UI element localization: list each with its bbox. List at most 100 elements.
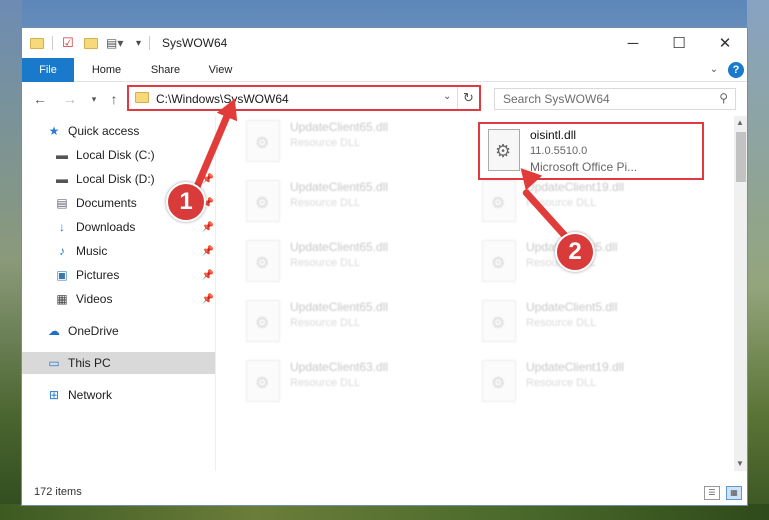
- dll-file-icon: [246, 360, 280, 402]
- ribbon: File Home Share View ⌄ ?: [22, 58, 747, 82]
- list-item[interactable]: UpdateClient65.dll Resource DLL: [246, 300, 476, 352]
- folder-icon: [30, 34, 44, 52]
- new-folder-icon[interactable]: [84, 34, 98, 52]
- dll-file-icon: [246, 180, 280, 222]
- tab-home[interactable]: Home: [84, 58, 129, 82]
- minimize-button[interactable]: ─: [610, 28, 656, 58]
- file-type: Resource DLL: [290, 257, 361, 269]
- vertical-scrollbar[interactable]: ▲ ▼: [734, 116, 747, 471]
- file-type: Resource DLL: [526, 317, 597, 329]
- explorer-window: ☑ ▤▾ ▾ SysWOW64 ─ ☐ ✕ File Home Share Vi…: [21, 27, 748, 506]
- step-badge-1: 1: [166, 182, 206, 222]
- desktop-wallpaper-left: [0, 0, 22, 520]
- dll-file-icon: [246, 300, 280, 342]
- sidebar-item-label: Pictures: [76, 268, 120, 282]
- file-type: Resource DLL: [290, 197, 361, 209]
- list-item[interactable]: UpdateClient19.dllResource DLL: [482, 180, 712, 232]
- network-icon: ⊞: [48, 388, 60, 402]
- file-type: Resource DLL: [290, 137, 361, 149]
- star-icon: ★: [48, 124, 60, 138]
- scroll-up-icon[interactable]: ▲: [736, 118, 744, 127]
- sidebar-item-label: Local Disk (C:): [76, 148, 155, 162]
- pin-icon[interactable]: 📌: [202, 270, 214, 281]
- title-divider: [149, 36, 150, 50]
- list-item[interactable]: UpdateClient5.dllResource DLL: [482, 240, 712, 292]
- pin-icon[interactable]: 📌: [202, 246, 214, 257]
- sidebar-item-network[interactable]: ⊞ Network: [46, 384, 112, 406]
- window-title: SysWOW64: [162, 36, 228, 50]
- scroll-down-icon[interactable]: ▼: [736, 459, 744, 468]
- drive-icon: ▬: [56, 148, 68, 162]
- tab-file[interactable]: File: [22, 58, 74, 82]
- highlighted-file-item[interactable]: ⚙ oisintl.dll 11.0.5510.0 Microsoft Offi…: [478, 122, 704, 180]
- title-bar: ☑ ▤▾ ▾ SysWOW64 ─ ☐ ✕: [22, 28, 747, 58]
- recent-locations-icon[interactable]: ▾: [84, 89, 104, 109]
- pin-icon[interactable]: 📌: [202, 294, 214, 305]
- videos-icon: ▦: [56, 292, 68, 306]
- list-item[interactable]: UpdateClient5.dll Resource DLL: [482, 300, 712, 352]
- file-name: UpdateClient5.dll: [526, 300, 618, 314]
- dll-file-icon: ⚙: [488, 129, 520, 171]
- tab-view[interactable]: View: [198, 58, 243, 82]
- forward-button[interactable]: →: [60, 89, 80, 109]
- sidebar-item-label: Music: [76, 244, 108, 258]
- sidebar-item-label: Downloads: [76, 220, 136, 234]
- dll-file-icon: [482, 360, 516, 402]
- refresh-icon[interactable]: ↻: [463, 90, 474, 106]
- navigation-pane: ★ Quick access ▬ Local Disk (C:) ▬ Local…: [22, 116, 215, 471]
- sidebar-item-onedrive[interactable]: ☁ OneDrive: [46, 320, 119, 342]
- search-icon[interactable]: ⚲: [719, 91, 728, 105]
- address-divider: [457, 87, 458, 109]
- details-view-icon[interactable]: ☰: [704, 486, 720, 500]
- maximize-button[interactable]: ☐: [656, 28, 702, 58]
- close-button[interactable]: ✕: [702, 28, 747, 58]
- scrollbar-thumb[interactable]: [736, 132, 746, 182]
- list-item[interactable]: UpdateClient65.dll Resource DLL: [246, 120, 476, 172]
- sidebar-item-label: Network: [68, 388, 113, 402]
- documents-icon: ▤: [56, 196, 68, 210]
- expand-ribbon-icon[interactable]: ⌄: [704, 58, 724, 82]
- sidebar-item-label: Videos: [76, 292, 113, 306]
- dll-file-icon: [246, 240, 280, 282]
- list-item[interactable]: UpdateClient65.dll Resource DLL: [246, 180, 476, 232]
- sidebar-item-label: Documents: [76, 196, 137, 210]
- help-icon[interactable]: ?: [728, 62, 744, 78]
- list-item[interactable]: UpdateClient65.dll Resource DLL: [246, 240, 476, 292]
- file-name: UpdateClient65.dll: [290, 300, 389, 314]
- dll-file-icon: [246, 120, 280, 162]
- sidebar-item-label: Quick access: [68, 124, 140, 138]
- back-button[interactable]: ←: [30, 89, 50, 109]
- sidebar-item-pictures[interactable]: ▣ Pictures 📌: [54, 264, 214, 286]
- customize-toolbar-icon[interactable]: ▤▾: [106, 34, 123, 52]
- music-icon: ♪: [59, 244, 65, 258]
- list-item[interactable]: UpdateClient63.dll Resource DLL: [246, 360, 476, 412]
- computer-icon: ▭: [48, 356, 60, 370]
- file-name: UpdateClient65.dll: [290, 120, 389, 134]
- large-icons-view-icon[interactable]: ▦: [726, 486, 742, 500]
- desktop-wallpaper-bottom: [0, 504, 769, 520]
- sidebar-item-this-pc[interactable]: ▭ This PC: [22, 352, 215, 374]
- pin-icon[interactable]: 📌: [202, 222, 214, 233]
- quick-access-dropdown-icon[interactable]: ▾: [136, 34, 141, 52]
- sidebar-item-music[interactable]: ♪ Music 📌: [54, 240, 214, 262]
- up-button[interactable]: ↑: [104, 89, 124, 109]
- file-name: UpdateClient63.dll: [290, 360, 389, 374]
- file-name: UpdateClient65.dll: [290, 180, 389, 194]
- tab-share[interactable]: Share: [143, 58, 188, 82]
- search-input[interactable]: Search SysWOW64 ⚲: [494, 88, 736, 110]
- desktop-wallpaper-right: [747, 0, 769, 520]
- sidebar-item-local-disk-c[interactable]: ▬ Local Disk (C:): [54, 144, 214, 166]
- file-name: UpdateClient65.dll: [290, 240, 389, 254]
- file-version: 11.0.5510.0: [530, 145, 588, 157]
- sidebar-item-quick-access[interactable]: ★ Quick access: [46, 120, 140, 142]
- address-bar[interactable]: C:\Windows\SysWOW64 ⌄ ↻: [127, 85, 481, 111]
- sidebar-item-label: OneDrive: [68, 324, 119, 338]
- search-placeholder: Search SysWOW64: [503, 92, 610, 106]
- list-item[interactable]: UpdateClient19.dllResource DLL: [482, 360, 712, 412]
- dll-file-icon: [482, 300, 516, 342]
- sidebar-item-videos[interactable]: ▦ Videos 📌: [54, 288, 214, 310]
- pictures-icon: ▣: [56, 268, 68, 282]
- address-dropdown-icon[interactable]: ⌄: [443, 91, 451, 102]
- properties-icon[interactable]: ☑: [62, 34, 74, 52]
- file-name: oisintl.dll: [530, 128, 577, 142]
